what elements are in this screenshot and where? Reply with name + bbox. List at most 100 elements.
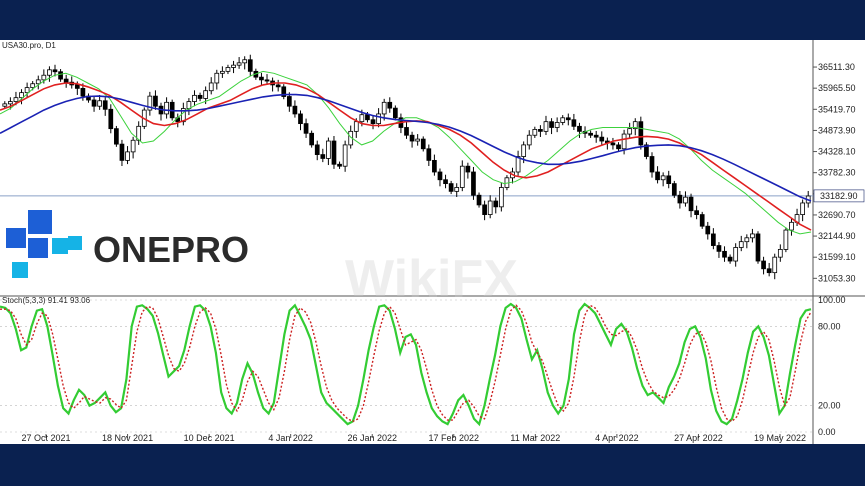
candle-bear: [571, 119, 577, 127]
date-tick-label: 18 Nov 2021: [102, 433, 153, 443]
candle-bear: [705, 225, 711, 235]
logo-square-1: [6, 228, 26, 248]
candle-bull: [208, 82, 214, 92]
candle-bear: [74, 84, 80, 89]
candle-bear: [298, 113, 303, 125]
stoch-tick-label: 100.00: [818, 295, 846, 305]
price-tick-label: 33782.30: [818, 168, 856, 178]
candle-bull: [214, 72, 220, 84]
candle-bear: [264, 79, 270, 82]
candle-bear: [337, 163, 342, 167]
candle-bear: [365, 114, 370, 121]
candle-bear: [688, 196, 694, 212]
candle-bear: [286, 96, 292, 107]
price-tick-label: 34873.90: [818, 125, 856, 135]
logo-square-2: [28, 210, 52, 234]
candle-bear: [153, 95, 158, 107]
candle-bull: [521, 144, 527, 157]
price-tick-label: 35419.70: [818, 104, 856, 114]
candle-bear: [63, 78, 69, 83]
candle-bear: [471, 171, 476, 196]
candle-bull: [750, 233, 755, 239]
candle-bear: [314, 144, 320, 155]
candle-bear: [549, 121, 554, 128]
candle-bull: [683, 196, 688, 204]
candle-bear: [465, 165, 471, 173]
candle-bear: [766, 268, 772, 274]
date-tick-label: 10 Dec 2021: [184, 433, 235, 443]
logo-square-6: [68, 236, 82, 250]
candle-bear: [80, 87, 86, 97]
candle-bull: [231, 64, 236, 68]
candle-bear: [476, 194, 482, 206]
candle-bear: [370, 119, 376, 125]
candle-bear: [711, 233, 716, 246]
candle-bull: [621, 133, 627, 150]
candle-bull: [627, 128, 633, 135]
candle-bear: [102, 100, 108, 110]
candle-bear: [677, 194, 683, 204]
candle-bull: [35, 79, 41, 85]
candle-bull: [242, 59, 248, 64]
symbol-title: USA30.pro, D1: [2, 41, 56, 50]
candle-bull: [353, 121, 359, 132]
candle-bear: [699, 214, 705, 227]
candle-bull: [381, 101, 387, 115]
price-tick-label: 31599.10: [818, 252, 856, 262]
logo-square-3: [28, 238, 48, 258]
price-tick-label: 34328.10: [818, 147, 856, 157]
date-tick-label: 27 Apr 2022: [674, 433, 723, 443]
candle-bull: [125, 151, 130, 161]
candle-bear: [309, 132, 315, 146]
candle-bull: [554, 122, 560, 128]
candle-bear: [58, 71, 63, 80]
candle-bear: [259, 76, 264, 81]
candle-bull: [498, 187, 504, 208]
candle-bull: [772, 256, 778, 274]
candle-bear: [443, 179, 448, 185]
candle-bear: [420, 138, 426, 150]
candle-bear: [331, 140, 337, 165]
price-tick-label: 35965.50: [818, 83, 856, 93]
candle-bull: [415, 138, 421, 142]
candle-bear: [119, 143, 125, 161]
candle-bull: [8, 101, 13, 105]
candle-bull: [560, 117, 566, 123]
stoch-tick-label: 0.00: [818, 427, 836, 437]
candle-bear: [197, 94, 203, 99]
date-tick-label: 27 Oct 2021: [21, 433, 70, 443]
candle-bear: [761, 260, 766, 270]
chart-svg: WikiFX USA30.pro, D1 Stoch(5,3,3) 91.41 …: [0, 40, 865, 444]
candle-bear: [392, 107, 398, 119]
candle-bear: [448, 183, 454, 192]
date-tick-label: 19 May 2022: [754, 433, 806, 443]
candle-bear: [247, 59, 253, 72]
logo-square-4: [52, 238, 68, 254]
candle-bear: [610, 142, 616, 146]
price-tick-label: 32144.90: [818, 231, 856, 241]
candle-bull: [459, 165, 465, 188]
candle-bear: [727, 256, 733, 262]
candle-bear: [320, 154, 326, 159]
price-tick-label: 31053.30: [818, 273, 856, 283]
candle-bear: [638, 121, 644, 146]
current-price-value: 33182.90: [820, 191, 858, 201]
candle-bear: [108, 108, 114, 130]
candle-bear: [649, 156, 655, 173]
candle-bear: [426, 148, 432, 161]
candle-bear: [482, 204, 487, 215]
stoch-tick-label: 80.00: [818, 321, 841, 331]
candle-bull: [225, 67, 231, 72]
candle-bull: [220, 70, 225, 74]
candle-bear: [303, 123, 309, 134]
candle-bull: [454, 187, 460, 192]
candle-bull: [660, 175, 666, 181]
candle-bull: [41, 74, 47, 81]
date-tick-label: 26 Jan 2022: [347, 433, 397, 443]
candle-bear: [722, 250, 727, 258]
candle-bull: [192, 94, 197, 102]
date-tick-label: 11 Mar 2022: [510, 433, 560, 443]
candle-bull: [19, 92, 24, 99]
candle-bull: [2, 103, 8, 107]
candle-bear: [493, 200, 499, 208]
